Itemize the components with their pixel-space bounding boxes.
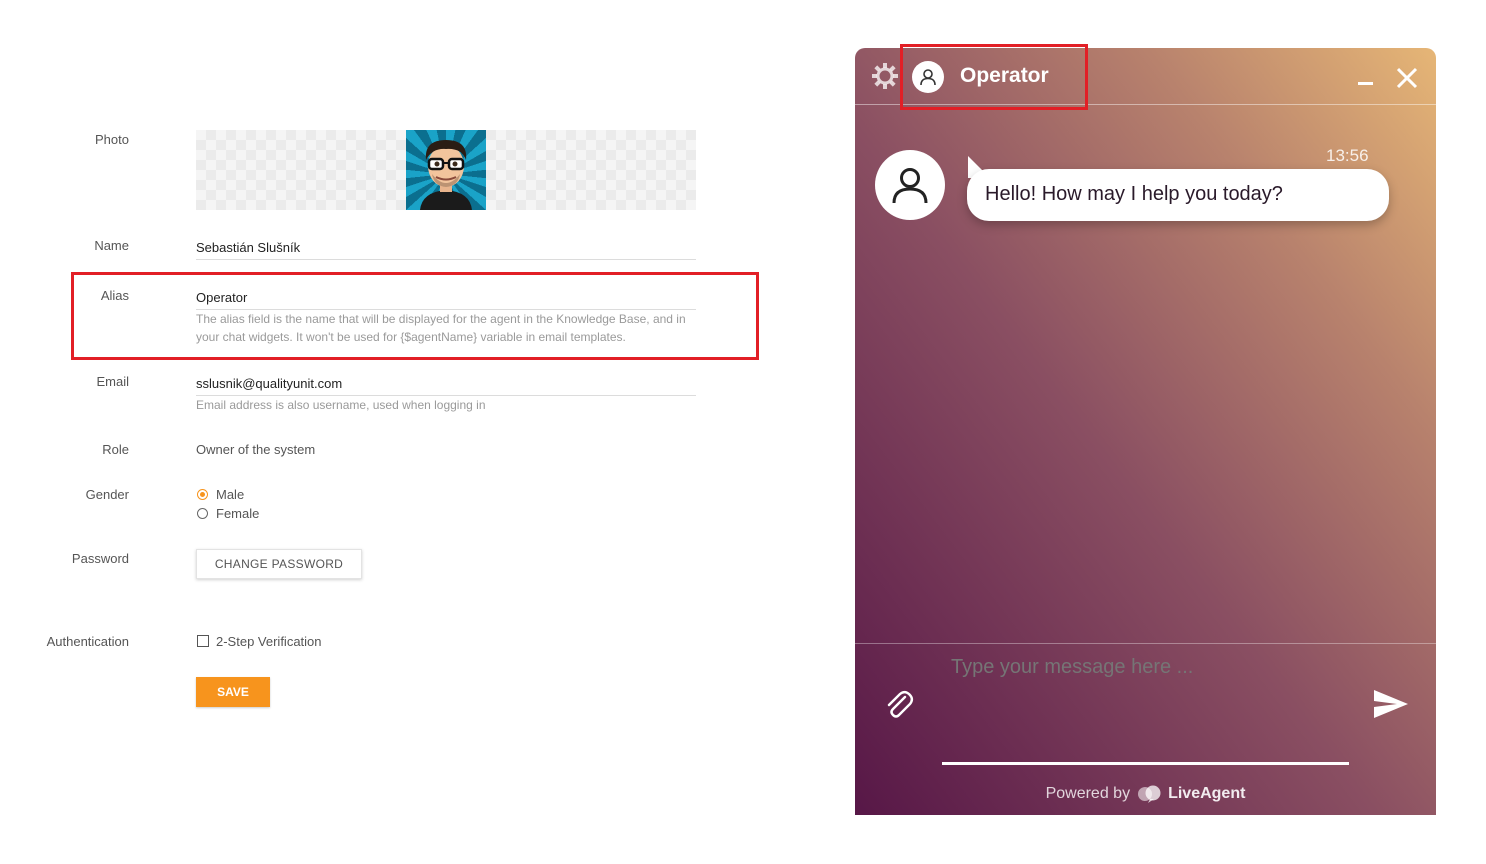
message-input[interactable] <box>951 656 1351 679</box>
powered-by-footer[interactable]: Powered by LiveAgent <box>855 784 1436 804</box>
two-step-label[interactable]: 2-Step Verification <box>216 634 322 649</box>
change-password-button[interactable]: CHANGE PASSWORD <box>196 549 362 579</box>
save-button[interactable]: SAVE <box>196 677 270 707</box>
alias-highlight-box <box>71 272 759 360</box>
name-label: Name <box>94 238 129 253</box>
message-bubble: Hello! How may I help you today? <box>967 169 1389 221</box>
operator-highlight-box <box>900 44 1088 110</box>
name-underline <box>196 259 696 260</box>
gender-male-label[interactable]: Male <box>216 487 244 502</box>
input-progress-bar <box>942 762 1349 765</box>
name-input[interactable]: Sebastián Slušník <box>196 240 300 255</box>
message-text: Hello! How may I help you today? <box>985 183 1283 205</box>
send-icon[interactable] <box>1373 688 1409 720</box>
profile-photo <box>406 130 486 210</box>
paperclip-icon[interactable] <box>883 688 915 722</box>
authentication-label: Authentication <box>46 634 129 649</box>
gender-female-radio[interactable] <box>197 508 208 519</box>
gender-female-label[interactable]: Female <box>216 506 259 521</box>
photo-label: Photo <box>95 132 129 147</box>
powered-by-text: Powered by <box>1045 785 1131 802</box>
close-icon[interactable] <box>1395 66 1419 90</box>
message-timestamp: 13:56 <box>1326 146 1369 165</box>
liveagent-brand: LiveAgent <box>1168 785 1246 802</box>
composer-divider <box>855 643 1436 644</box>
email-input[interactable]: sslusnik@qualityunit.com <box>196 376 342 391</box>
minimize-icon[interactable] <box>1358 82 1373 85</box>
email-hint: Email address is also username, used whe… <box>196 398 486 412</box>
password-label: Password <box>71 551 129 566</box>
liveagent-logo-icon <box>1138 785 1161 803</box>
profile-form: Photo Name Sebastián Slušník Alias Opera… <box>0 0 800 864</box>
chat-widget: Operator 13:56 Hello! How may I help you… <box>855 48 1436 815</box>
gender-male-radio[interactable] <box>197 489 208 500</box>
cartoon-avatar-icon <box>420 140 472 210</box>
role-value: Owner of the system <box>196 442 316 457</box>
role-label: Role <box>102 442 129 457</box>
agent-message-avatar <box>875 150 945 220</box>
gender-label: Gender <box>85 487 129 502</box>
gear-icon[interactable] <box>871 62 899 90</box>
email-label: Email <box>96 374 129 389</box>
two-step-checkbox[interactable] <box>197 635 209 647</box>
user-icon <box>892 168 928 204</box>
